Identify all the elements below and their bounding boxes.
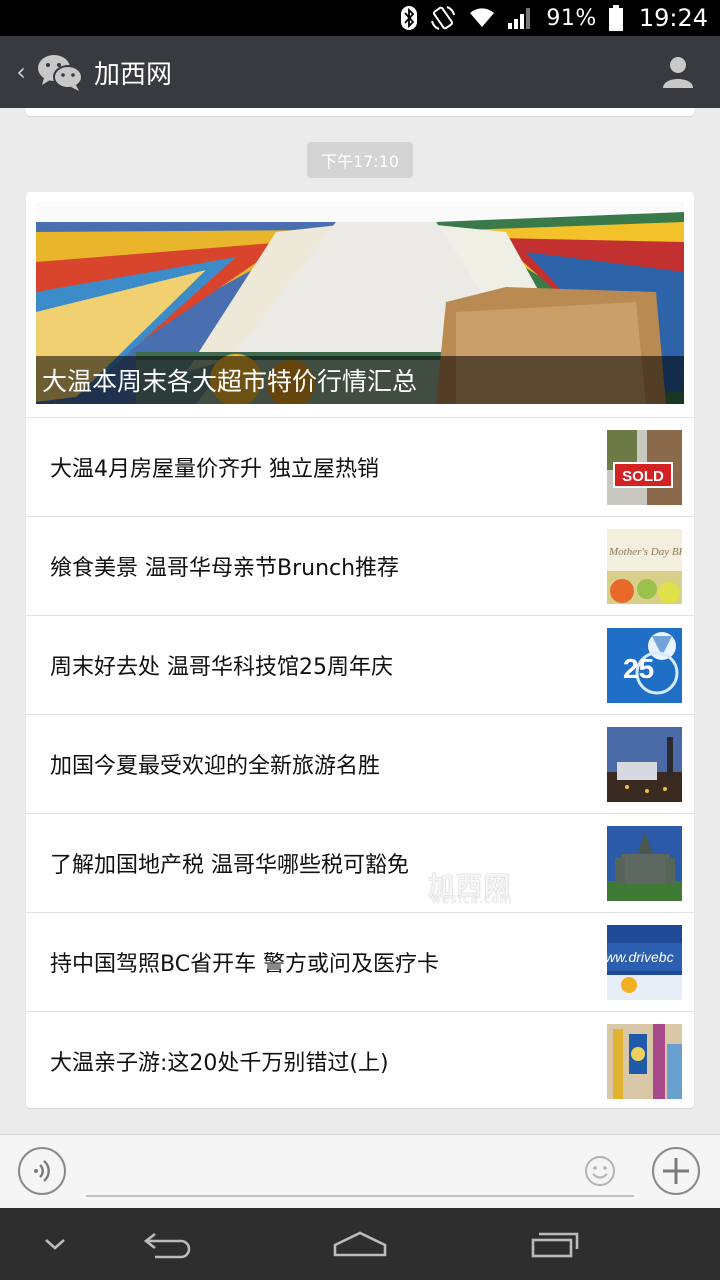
article-item[interactable]: 加国今夏最受欢迎的全新旅游名胜: [26, 714, 694, 813]
sold-sign-text: SOLD: [622, 468, 664, 485]
article-title: 大温亲子游:这20处千万别错过(上): [50, 1051, 389, 1076]
article-item[interactable]: 大温4月房屋量价齐升 独立屋热销 SOLD: [26, 417, 694, 516]
back-icon[interactable]: [136, 1208, 200, 1280]
voice-icon[interactable]: [18, 1147, 66, 1195]
article-thumbnail: [607, 1024, 682, 1099]
person-icon[interactable]: [658, 52, 698, 92]
article-item[interactable]: 飨食美景 温哥华母亲节Brunch推荐 Mother's Day BRUNCH: [26, 516, 694, 615]
rotate-icon: [431, 6, 456, 30]
battery-icon: [608, 5, 623, 31]
article-title: 周末好去处 温哥华科技馆25周年庆: [50, 655, 393, 680]
home-icon[interactable]: [328, 1208, 392, 1280]
site-watermark-url: westca.com: [431, 892, 513, 906]
recents-icon[interactable]: [522, 1208, 586, 1280]
hide-keyboard-icon[interactable]: [30, 1208, 80, 1280]
drivebc-thumb-text: www.drivebc: [607, 949, 674, 965]
anniversary-thumb-text: 25: [623, 653, 654, 684]
plus-icon[interactable]: [652, 1147, 700, 1195]
system-nav-bar: [0, 1208, 720, 1280]
message-input-bar: [0, 1134, 720, 1208]
article-thumbnail: www.drivebc: [607, 925, 682, 1000]
article-thumbnail: SOLD: [607, 430, 682, 505]
emoji-icon[interactable]: [584, 1155, 616, 1187]
news-card: 大温本周末各大超市特价行情汇总 大温4月房屋量价齐升 独立屋热销 SOLD 飨食…: [26, 192, 694, 1108]
article-title: 大温4月房屋量价齐升 独立屋热销: [50, 457, 379, 482]
article-item[interactable]: 大温亲子游:这20处千万别错过(上): [26, 1011, 694, 1110]
article-title: 持中国驾照BC省开车 警方或问及医疗卡: [50, 952, 440, 977]
article-item[interactable]: 了解加国地产税 温哥华哪些税可豁免: [26, 813, 694, 912]
article-thumbnail: [607, 826, 682, 901]
status-bar: 91% 19:24: [0, 0, 720, 36]
article-thumbnail: 25: [607, 628, 682, 703]
bluetooth-icon: [401, 6, 418, 30]
previous-message-card: [26, 108, 694, 116]
article-thumbnail: [607, 727, 682, 802]
battery-percentage: 91%: [546, 5, 597, 31]
article-title: 飨食美景 温哥华母亲节Brunch推荐: [50, 556, 400, 581]
wifi-icon: [470, 8, 495, 27]
chevron-left-icon[interactable]: ‹: [0, 36, 32, 108]
article-list: 大温4月房屋量价齐升 独立屋热销 SOLD 飨食美景 温哥华母亲节Brunch推…: [26, 417, 694, 1110]
message-input[interactable]: [86, 1149, 634, 1197]
status-time: 19:24: [638, 4, 708, 32]
article-thumbnail: Mother's Day BRUNCH: [607, 529, 682, 604]
article-title: 加国今夏最受欢迎的全新旅游名胜: [50, 754, 381, 779]
article-item[interactable]: 周末好去处 温哥华科技馆25周年庆 25: [26, 615, 694, 714]
chat-header: ‹ 加西网: [0, 36, 720, 108]
hero-article[interactable]: 大温本周末各大超市特价行情汇总: [36, 202, 684, 404]
hero-caption: 大温本周末各大超市特价行情汇总: [36, 356, 684, 404]
signal-icon: [508, 8, 531, 29]
message-timestamp: 下午17:10: [307, 142, 413, 178]
article-item[interactable]: 持中国驾照BC省开车 警方或问及医疗卡 www.drivebc: [26, 912, 694, 1011]
page-title: 加西网: [94, 59, 173, 90]
brunch-thumb-text: Mother's Day BRUNCH: [608, 546, 682, 558]
wechat-icon[interactable]: [32, 48, 88, 96]
